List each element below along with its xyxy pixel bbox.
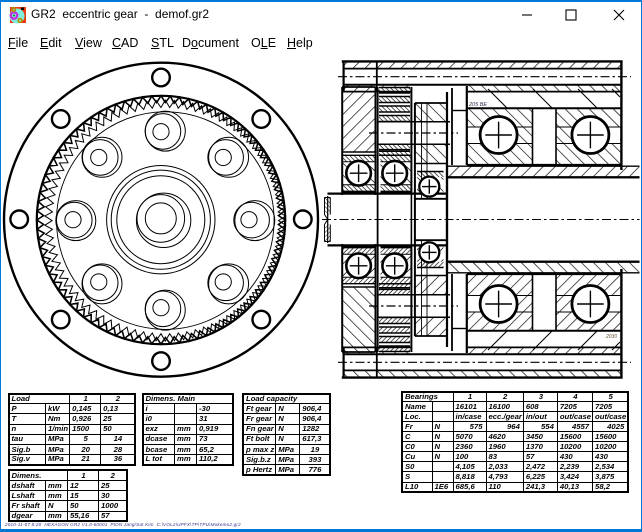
svg-text:205 BE: 205 BE [468, 102, 487, 108]
svg-text:2030: 2030 [605, 334, 617, 340]
